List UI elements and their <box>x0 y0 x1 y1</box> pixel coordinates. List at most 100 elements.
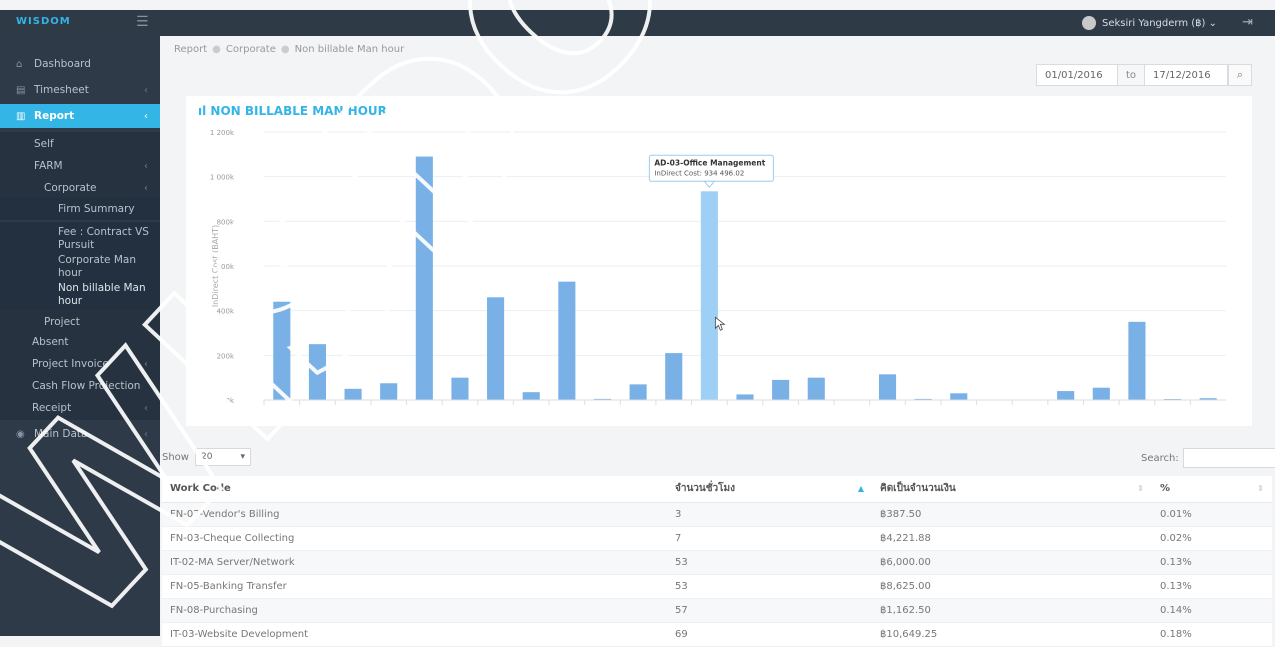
sidebar-item-fee-contract[interactable]: Fee : Contract VS Pursuit <box>0 222 160 256</box>
chart-bar[interactable] <box>1057 391 1075 400</box>
table-row[interactable]: FN-05-Banking Transfer 53 ฿8,625.00 0.13% <box>162 574 1272 599</box>
date-to-label: to <box>1118 64 1144 86</box>
y-tick-label: 1 200k <box>210 129 235 137</box>
bar-chart-icon: ▥ <box>16 110 26 122</box>
chart-bar[interactable] <box>380 383 398 400</box>
chart-bar[interactable] <box>1092 387 1110 400</box>
sidebar-item-main-data[interactable]: ◉ Main Data ‹ <box>0 422 160 446</box>
sidebar-item-report[interactable]: ▥ Report ‹ <box>0 104 160 128</box>
table-cell: 0.14% <box>1152 598 1272 623</box>
data-table: Work Code จำนวนชั่วโมง ▲ คิดเป็นจำนวนเงิน… <box>162 476 1272 647</box>
table-cell: IT-03-Website Development <box>162 622 667 647</box>
tooltip-pointer <box>703 180 716 189</box>
y-tick-label: 1 000k <box>210 174 235 182</box>
table-row[interactable]: FN-08-Purchasing 57 ฿1,162.50 0.14% <box>162 598 1272 623</box>
table-cell: ฿8,625.00 <box>872 574 1152 599</box>
chevron-left-icon: ‹ <box>144 428 148 440</box>
sidebar-item-farm[interactable]: FARM ‹ <box>0 154 160 178</box>
table-cell: ฿10,649.25 <box>872 622 1152 647</box>
chart-bar[interactable] <box>451 377 469 400</box>
sidebar-item-dashboard[interactable]: ⌂ Dashboard <box>0 52 160 76</box>
table-cell: 0.02% <box>1152 526 1272 551</box>
breadcrumb-separator-icon: ● <box>280 44 290 55</box>
chart-bar[interactable] <box>344 388 362 400</box>
table-cell: FN-05-Banking Transfer <box>162 574 667 599</box>
chart-bar[interactable] <box>950 393 968 400</box>
table-cell: ฿387.50 <box>872 502 1152 527</box>
date-from-input[interactable]: 01/01/2016 <box>1036 64 1118 86</box>
search-input[interactable] <box>1182 448 1275 468</box>
chart-bar[interactable] <box>665 353 683 400</box>
tooltip-text: InDirect Cost: 934 496.02 <box>654 169 744 177</box>
sidebar-item-non-billable[interactable]: Non billable Man hour <box>0 278 160 312</box>
table-row[interactable]: IT-02-MA Server/Network 53 ฿6,000.00 0.13% <box>162 550 1272 575</box>
chevron-left-icon: ‹ <box>144 84 148 96</box>
sidebar-item-corporate-man-hour[interactable]: Corporate Man hour <box>0 254 160 279</box>
chart-bar[interactable] <box>772 379 790 400</box>
chart-bar[interactable] <box>522 392 540 400</box>
chart-bar[interactable] <box>487 297 505 400</box>
sidebar-item-receipt[interactable]: Receipt ‹ <box>0 396 160 420</box>
chevron-left-icon: ‹ <box>144 160 148 172</box>
sidebar-item-corporate[interactable]: Corporate ‹ <box>0 176 160 200</box>
y-tick-label: 400k <box>217 308 235 316</box>
chart-bar[interactable] <box>273 301 291 400</box>
sidebar-item-self[interactable]: Self <box>0 132 160 156</box>
page-size-control: Show 20 ▾ <box>162 448 251 466</box>
table-cell: 0.13% <box>1152 574 1272 599</box>
chart-bar[interactable] <box>308 344 326 400</box>
app-logo[interactable]: WISDOM <box>16 16 71 27</box>
chevron-left-icon: ‹ <box>144 182 148 194</box>
breadcrumb-item-report[interactable]: Report <box>174 44 207 55</box>
breadcrumb-item-current: Non billable Man hour <box>294 44 405 55</box>
show-label: Show <box>162 451 189 463</box>
table-cell: ฿1,162.50 <box>872 598 1152 623</box>
sidebar-item-firm-summary[interactable]: Firm Summary <box>0 198 160 220</box>
avatar <box>1082 16 1097 30</box>
table-cell: FN-03-Cheque Collecting <box>162 526 667 551</box>
column-header-hours[interactable]: จำนวนชั่วโมง ▲ <box>667 476 872 503</box>
chart-bar[interactable] <box>736 394 754 400</box>
bar-chart-icon: ıl <box>198 104 211 118</box>
bar-chart: 0k200k400k600k800k1 000k1 200kInDirect C… <box>210 129 1226 405</box>
column-header-work-code[interactable]: Work Code <box>162 476 667 503</box>
search-label: Search: <box>1141 452 1179 464</box>
table-cell: 0.13% <box>1152 550 1272 575</box>
chart-bar[interactable] <box>629 384 647 400</box>
calendar-icon: ▤ <box>16 84 26 96</box>
sort-asc-icon: ▲ <box>857 484 864 493</box>
table-cell: FN-07-Vendor's Billing <box>162 502 667 527</box>
sidebar-item-timesheet[interactable]: ▤ Timesheet ‹ <box>0 78 160 102</box>
table-cell: 69 <box>667 622 872 647</box>
breadcrumb-item-corporate[interactable]: Corporate <box>226 44 276 55</box>
chart-bar[interactable] <box>1128 321 1146 400</box>
user-menu[interactable]: Seksiri Yangderm (฿) ⌄ <box>1082 16 1217 30</box>
top-bar: WISDOM ☰ Seksiri Yangderm (฿) ⌄ ⇥ <box>0 10 1275 36</box>
sidebar-item-cash-flow[interactable]: Cash Flow Projection <box>0 374 160 398</box>
chart-panel: ıl NON BILLABLE MAN HOUR 0k 200k 400k 600k 8… <box>186 96 1252 426</box>
chart-bar[interactable] <box>700 191 718 400</box>
logout-icon[interactable]: ⇥ <box>1242 15 1253 30</box>
table-row[interactable]: FN-07-Vendor's Billing 3 ฿387.50 0.01% <box>162 502 1272 527</box>
y-tick-label: 200k <box>217 352 235 360</box>
menu-toggle-icon[interactable]: ☰ <box>136 14 149 30</box>
table-cell: 53 <box>667 574 872 599</box>
table-row[interactable]: FN-03-Cheque Collecting 7 ฿4,221.88 0.02% <box>162 526 1272 551</box>
column-header-amount[interactable]: คิดเป็นจำนวนเงิน ⇕ <box>872 476 1152 503</box>
page-size-select[interactable]: 20 ▾ <box>194 448 251 466</box>
search-button[interactable]: ⌕ <box>1228 64 1252 86</box>
sidebar-item-absent[interactable]: Absent <box>0 330 160 354</box>
tooltip-title: AD-03-Office Management <box>654 158 765 167</box>
chart-bar[interactable] <box>807 377 825 400</box>
column-header-percent[interactable]: % ⇕ <box>1152 476 1272 503</box>
sidebar-item-project-invoice[interactable]: Project Invoice ‹ <box>0 352 160 376</box>
chart-bar[interactable] <box>558 281 576 400</box>
date-to-input[interactable]: 17/12/2016 <box>1144 64 1228 86</box>
table-cell: 3 <box>667 502 872 527</box>
table-cell: 7 <box>667 526 872 551</box>
chart-title: ıl NON BILLABLE MAN HOUR <box>198 104 387 118</box>
breadcrumb: Report ● Corporate ● Non billable Man hour <box>174 44 404 55</box>
chart-bar[interactable] <box>878 374 897 400</box>
chart-bar[interactable] <box>415 156 433 400</box>
table-row[interactable]: IT-03-Website Development 69 ฿10,649.25 0.1… <box>162 622 1272 647</box>
